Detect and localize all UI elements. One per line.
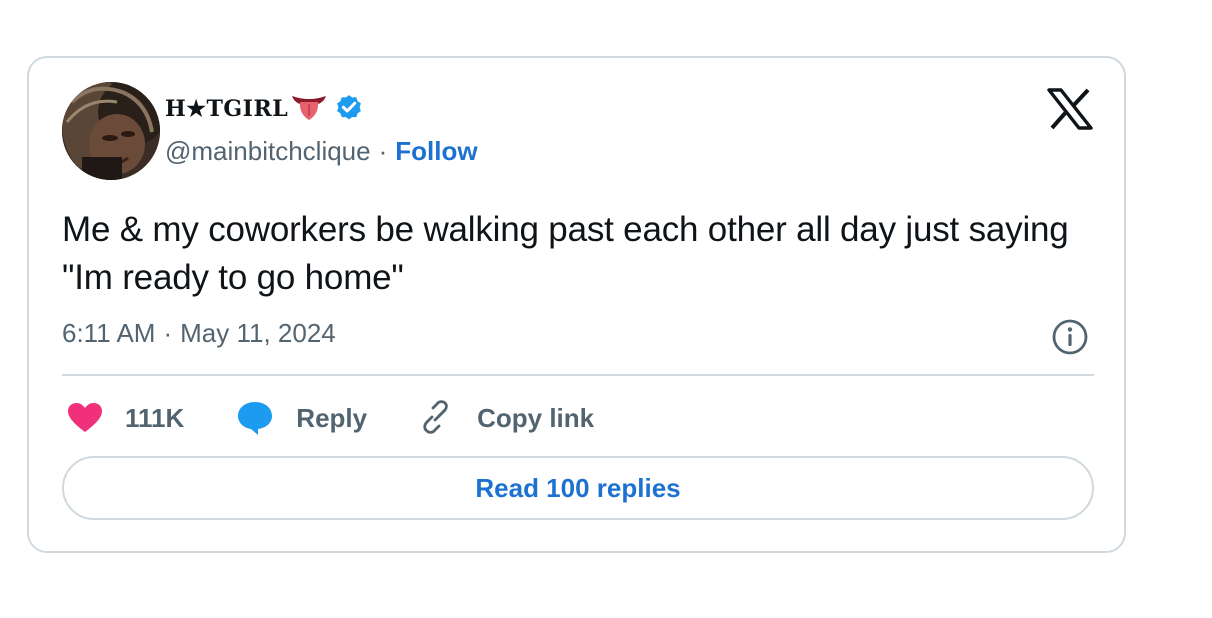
tweet-timestamp[interactable]: 6:11 AM · May 11, 2024 [62,318,336,349]
tweet-time[interactable]: 6:11 AM [62,318,155,349]
copy-link-label: Copy link [477,402,595,433]
copy-link-button[interactable]: Copy link [419,400,594,436]
reply-label: Reply [296,402,368,433]
divider [62,374,1094,376]
tweet-text: Me & my coworkers be walking past each o… [62,210,1069,297]
tweet-date[interactable]: May 11, 2024 [180,318,336,349]
tongue-emoji-icon [290,92,328,127]
author-name-row[interactable]: H★TGIRL [165,94,364,124]
action-bar: 111K Reply Copy link [67,398,594,438]
reply-button[interactable]: Reply [236,400,367,436]
like-button[interactable]: 111K [67,402,184,434]
read-replies-button[interactable]: Read 100 replies [62,456,1094,520]
handle-row: @mainbitchclique · Follow [165,136,478,167]
x-logo-icon[interactable] [1047,88,1093,135]
heart-icon [67,402,103,434]
separator-dot: · [163,318,173,348]
link-icon [419,400,455,436]
info-icon[interactable] [1051,318,1089,361]
separator-dot: · [378,136,388,166]
author-handle[interactable]: @mainbitchclique [165,136,371,167]
display-name[interactable]: H★TGIRL [165,96,288,122]
avatar[interactable] [62,82,160,180]
verified-badge-icon [334,92,364,127]
speech-bubble-icon [236,400,274,436]
tweet-card: H★TGIRL @mainbitchclique · Follow Me & m… [27,56,1126,553]
like-count: 111K [125,402,185,433]
follow-button[interactable]: Follow [395,136,477,167]
